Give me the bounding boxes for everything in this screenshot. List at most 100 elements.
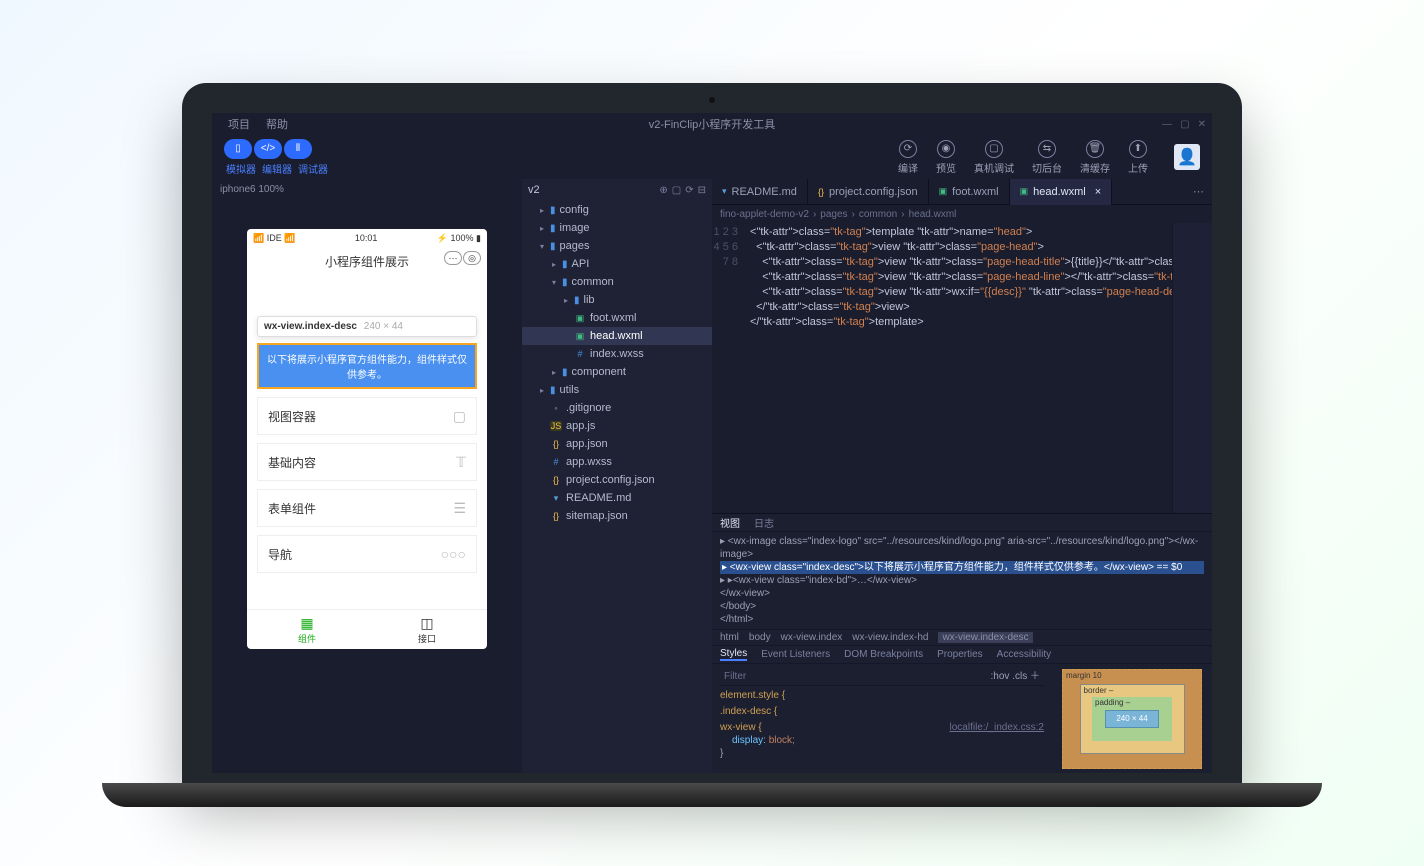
list-item[interactable]: 基础内容𝕋: [257, 443, 477, 481]
laptop-base: [102, 783, 1322, 807]
crumb-head.wxml[interactable]: head.wxml: [909, 209, 957, 220]
styles-tab-Accessibility[interactable]: Accessibility: [997, 649, 1051, 660]
body: iphone6 100% 📶 IDE 📶 10:01 ⚡ 100% ▮ 小程序组…: [212, 179, 1212, 773]
styles-tabs: Styles Event Listeners DOM Breakpoints Prop…: [712, 646, 1212, 664]
file-tree: ▸▮config▸▮image▾▮pages▸▮API▾▮common▸▮lib…: [522, 201, 712, 773]
highlighted-element[interactable]: 以下将展示小程序官方组件能力，组件样式仅供参考。: [257, 343, 477, 389]
list-item[interactable]: 表单组件☰: [257, 489, 477, 527]
list-item[interactable]: 视图容器▢: [257, 397, 477, 435]
phone-canvas: 📶 IDE 📶 10:01 ⚡ 100% ▮ 小程序组件展示 ⋯ ◎ wx-vi…: [247, 229, 487, 649]
menu-project[interactable]: 项目: [220, 116, 258, 132]
phone-statusbar: 📶 IDE 📶 10:01 ⚡ 100% ▮: [247, 229, 487, 247]
file-index.wxss[interactable]: #index.wxss: [522, 345, 712, 363]
tab-foot.wxml[interactable]: ▣foot.wxml: [929, 179, 1010, 205]
folder-component[interactable]: ▸▮component: [522, 363, 712, 381]
crumb-fino-applet-demo-v2[interactable]: fino-applet-demo-v2: [720, 209, 809, 220]
mode-labels: 模拟器 编辑器 调试器: [226, 161, 328, 176]
capsule-close-icon[interactable]: ◎: [463, 251, 481, 265]
phone-tab-组件[interactable]: ▦组件: [247, 610, 367, 649]
toolbar-上传[interactable]: ⬆上传: [1128, 140, 1148, 175]
toolbar-actions: ⟳编译 ◉预览 ▢真机调试 ⇆切后台 🗑清缓存 ⬆上传 👤: [898, 140, 1200, 175]
mode-label-edit: 编辑器: [262, 161, 292, 176]
list-item[interactable]: 导航○○○: [257, 535, 477, 573]
dom-crumb-item[interactable]: wx-view.index-hd: [852, 632, 928, 643]
file-foot.wxml[interactable]: ▣foot.wxml: [522, 309, 712, 327]
explorer-root-label: v2: [528, 184, 540, 196]
mode-buttons: ▯ </> ⫴: [224, 139, 328, 159]
dom-crumb-item[interactable]: html: [720, 632, 739, 643]
folder-pages[interactable]: ▾▮pages: [522, 237, 712, 255]
user-avatar[interactable]: 👤: [1174, 144, 1200, 170]
file-sitemap.json[interactable]: {}sitemap.json: [522, 507, 712, 525]
folder-lib[interactable]: ▸▮lib: [522, 291, 712, 309]
folder-config[interactable]: ▸▮config: [522, 201, 712, 219]
collapse-icon[interactable]: ⊟: [698, 185, 706, 196]
code-content[interactable]: <"tk-attr">class="tk-tag">template "tk-a…: [746, 223, 1172, 513]
explorer-header: v2 ⊕ ▢ ⟳ ⊟: [522, 179, 712, 201]
laptop-frame: 项目 帮助 v2-FinClip小程序开发工具 — ▢ ✕ ▯ </> ⫴ 模拟…: [182, 83, 1242, 783]
breadcrumb: fino-applet-demo-v2›pages›common›head.wx…: [712, 205, 1212, 223]
menu-help[interactable]: 帮助: [258, 116, 296, 132]
mode-simulator-icon[interactable]: ▯: [224, 139, 252, 159]
tab-head.wxml[interactable]: ▣head.wxml×: [1010, 179, 1113, 205]
dom-crumb-item[interactable]: body: [749, 632, 771, 643]
minimize-icon[interactable]: —: [1162, 119, 1172, 130]
editor-tabs: ▾README.md{}project.config.json▣foot.wxm…: [712, 179, 1212, 205]
styles-tab-Properties[interactable]: Properties: [937, 649, 983, 660]
dt-tab-view[interactable]: 视图: [720, 515, 740, 530]
line-gutter: 1 2 3 4 5 6 7 8: [712, 223, 746, 513]
close-icon[interactable]: ✕: [1198, 119, 1206, 130]
status-time: 10:01: [355, 233, 378, 243]
capsule-menu-icon[interactable]: ⋯: [444, 251, 462, 265]
tab-project.config.json[interactable]: {}project.config.json: [808, 179, 929, 205]
file-app.wxss[interactable]: #app.wxss: [522, 453, 712, 471]
file-project.config.json[interactable]: {}project.config.json: [522, 471, 712, 489]
styles-tab-EventListeners[interactable]: Event Listeners: [761, 649, 830, 660]
phone-navbar: 小程序组件展示 ⋯ ◎: [247, 247, 487, 276]
folder-utils[interactable]: ▸▮utils: [522, 381, 712, 399]
folder-common[interactable]: ▾▮common: [522, 273, 712, 291]
code-editor[interactable]: 1 2 3 4 5 6 7 8 <"tk-attr">class="tk-tag…: [712, 223, 1212, 513]
styles-panel: Filter :hov .cls ＋ element.style {.index…: [712, 664, 1212, 773]
styles-tab-Styles[interactable]: Styles: [720, 648, 747, 661]
file-app.js[interactable]: JSapp.js: [522, 417, 712, 435]
styles-tab-DOMBreakpoints[interactable]: DOM Breakpoints: [844, 649, 923, 660]
crumb-pages[interactable]: pages: [820, 209, 847, 220]
tooltip-selector: wx-view.index-desc: [264, 321, 357, 332]
dt-tab-log[interactable]: 日志: [754, 515, 774, 530]
dom-crumb-item[interactable]: wx-view.index: [781, 632, 843, 643]
mode-editor-icon[interactable]: </>: [254, 139, 282, 159]
phone-tab-接口[interactable]: ◫接口: [367, 610, 487, 649]
devtools-top-tabs: 视图 日志: [712, 514, 1212, 532]
toolbar-切后台[interactable]: ⇆切后台: [1032, 140, 1062, 175]
mode-debugger-icon[interactable]: ⫴: [284, 139, 312, 159]
toolbar-真机调试[interactable]: ▢真机调试: [974, 140, 1014, 175]
file-.gitignore[interactable]: ◦.gitignore: [522, 399, 712, 417]
file-README.md[interactable]: ▾README.md: [522, 489, 712, 507]
folder-image[interactable]: ▸▮image: [522, 219, 712, 237]
file-head.wxml[interactable]: ▣head.wxml: [522, 327, 712, 345]
dom-tree[interactable]: ▸ <wx-image class="index-logo" src="../r…: [712, 532, 1212, 630]
toolbar-预览[interactable]: ◉预览: [936, 140, 956, 175]
new-file-icon[interactable]: ⊕: [659, 185, 667, 196]
dom-crumb-item[interactable]: wx-view.index-desc: [938, 632, 1032, 643]
folder-API[interactable]: ▸▮API: [522, 255, 712, 273]
mode-label-sim: 模拟器: [226, 161, 256, 176]
tab-README.md[interactable]: ▾README.md: [712, 179, 808, 205]
window-controls: — ▢ ✕: [1162, 119, 1206, 130]
refresh-icon[interactable]: ⟳: [685, 185, 693, 196]
crumb-common[interactable]: common: [859, 209, 897, 220]
toolbar-清缓存[interactable]: 🗑清缓存: [1080, 140, 1110, 175]
tab-overflow-icon[interactable]: ⋯: [1185, 185, 1212, 198]
minimap[interactable]: [1172, 223, 1212, 513]
simulator-panel: iphone6 100% 📶 IDE 📶 10:01 ⚡ 100% ▮ 小程序组…: [212, 179, 522, 773]
styles-filter[interactable]: Filter: [724, 670, 746, 683]
styles-hov-cls[interactable]: :hov .cls ＋: [991, 670, 1040, 683]
status-battery: ⚡ 100% ▮: [437, 233, 481, 244]
file-app.json[interactable]: {}app.json: [522, 435, 712, 453]
new-folder-icon[interactable]: ▢: [672, 185, 681, 196]
toolbar-编译[interactable]: ⟳编译: [898, 140, 918, 175]
maximize-icon[interactable]: ▢: [1180, 119, 1189, 130]
css-rules[interactable]: Filter :hov .cls ＋ element.style {.index…: [712, 664, 1052, 773]
menubar: 项目 帮助 v2-FinClip小程序开发工具 — ▢ ✕: [212, 113, 1212, 135]
